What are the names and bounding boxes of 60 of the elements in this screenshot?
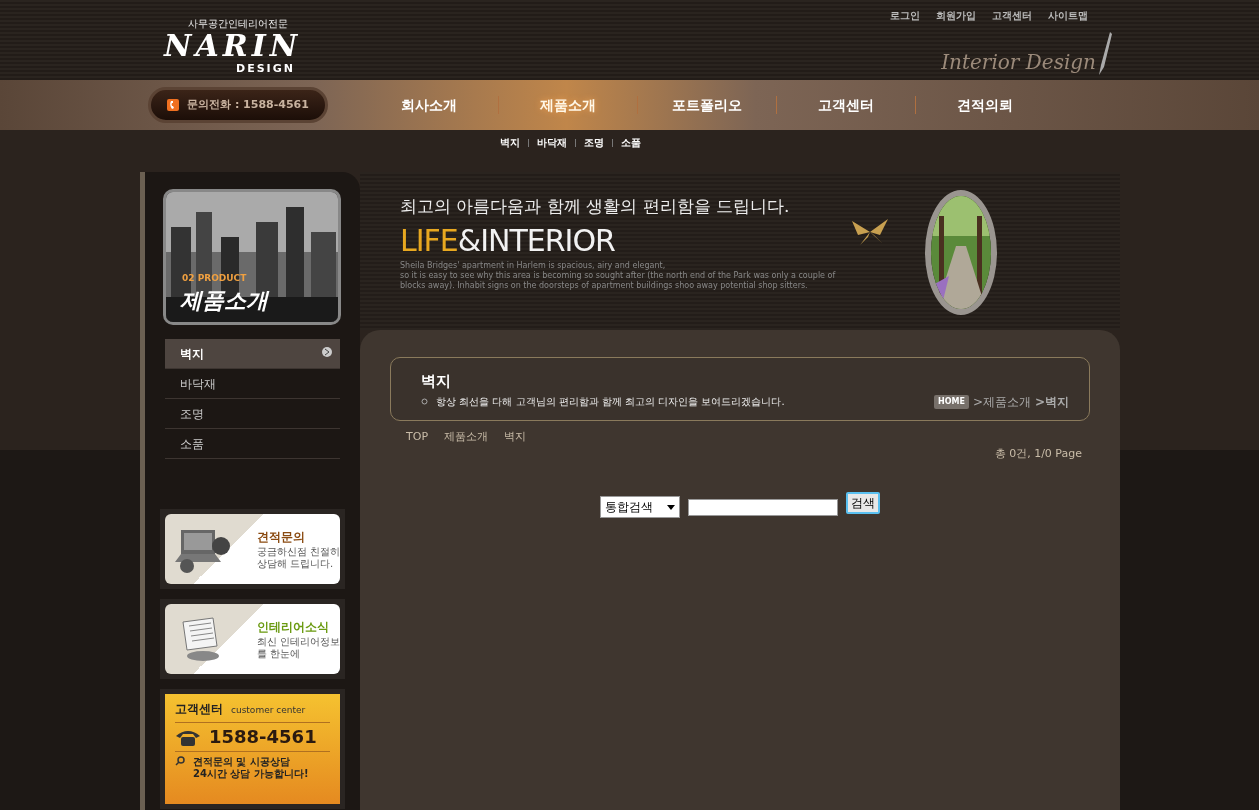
subnav-link[interactable]: 조명	[584, 135, 604, 150]
logo-tagline: 사무공간인테리어전문	[187, 17, 289, 31]
breadcrumb-link[interactable]: >제품소개	[972, 392, 1031, 411]
breadcrumb-link[interactable]: 제품소개	[444, 429, 488, 446]
hero-headline: 최고의 아름다움과 함께 생활의 편리함을 드립니다.	[400, 195, 791, 218]
top-link[interactable]: 사이트맵	[1048, 8, 1088, 23]
banner-text: 를 한눈에	[256, 648, 301, 660]
subnav-link[interactable]: 바닥재	[537, 135, 567, 150]
home-link[interactable]: HOME	[933, 394, 969, 409]
butterfly-icon	[850, 217, 890, 247]
top-link[interactable]: 고객센터	[992, 8, 1032, 23]
caret-icon	[667, 504, 675, 510]
nav-tab[interactable]: 포트폴리오	[638, 94, 776, 116]
search-button[interactable]: 검색	[846, 492, 880, 514]
sidebar-title: 제품소개	[180, 287, 268, 315]
customer-center-note: 견적문의 및 시공상담	[193, 755, 291, 768]
side-banner[interactable]: 인테리어소식 최신 인테리어정보 를 한눈에	[165, 604, 340, 674]
breadcrumb-link[interactable]: 벽지	[504, 429, 526, 446]
customer-center-title: 고객센터	[175, 701, 223, 718]
bullet-icon	[421, 398, 428, 405]
nav-tab[interactable]: 회사소개	[360, 94, 498, 116]
page-title: 벽지	[421, 371, 452, 392]
hero-brand: LIFE&INTERIOR	[400, 223, 615, 257]
banner-text: 상담해 드립니다.	[256, 558, 335, 570]
pen-icon	[1096, 31, 1112, 77]
search-icon	[175, 755, 185, 766]
search-scope-select[interactable]: 통합검색	[600, 496, 680, 518]
banner-title: 인테리어소식	[256, 619, 330, 636]
nav-tab[interactable]: 견적의뢰	[916, 94, 1054, 116]
result-count: 총 0건, 1/0 Page	[994, 445, 1082, 462]
subnav-link[interactable]: 벽지	[500, 135, 520, 150]
sidebar-item[interactable]: 소품	[165, 429, 340, 459]
side-banner[interactable]: 견적문의 궁금하신점 친절히 상담해 드립니다.	[165, 514, 340, 584]
logo-name: NARIN	[164, 31, 302, 61]
header-script: Interior Design	[941, 49, 1096, 76]
subnav-link[interactable]: 소품	[621, 135, 641, 150]
sidebar-item[interactable]: 바닥재	[165, 369, 340, 399]
logo-subtitle: DESIGN	[235, 61, 296, 77]
search-field[interactable]	[688, 498, 838, 516]
customer-center-subtitle: customer center	[231, 704, 306, 717]
customer-center-phone: 1588-4561	[209, 727, 317, 747]
sidebar-item[interactable]: 조명	[165, 399, 340, 429]
top-link[interactable]: 로그인	[890, 8, 920, 23]
phone-pill[interactable]: 문의전화 : 1588-4561	[148, 87, 328, 123]
page-description: 항상 최선을 다해 고객님의 편리함과 함께 최고의 디자인을 보여드리겠습니다.	[436, 395, 785, 409]
hero-fine-print: Sheila Bridges' apartment in Harlem is spacious, airy and elegant,	[400, 260, 667, 271]
banner-text: 궁금하신점 친절히	[256, 546, 340, 558]
hero-fine-print: so it is easy to see why this area is becoming so sought after (the north end of the Park was only a couple of	[400, 270, 837, 281]
arrow-icon	[322, 347, 332, 357]
sidebar-item[interactable]: 벽지	[165, 339, 340, 369]
breadcrumb-link[interactable]: >벽지	[1034, 392, 1069, 411]
hero-fine-print: blocks away). Inhabit signs on the doorsteps of apartment buildings shoo away potential shop sitters.	[400, 280, 809, 291]
nav-tab[interactable]: 고객센터	[777, 94, 915, 116]
sidebar-eyebrow: 02 PRODUCT	[182, 272, 247, 285]
banner-title: 견적문의	[256, 529, 306, 546]
customer-center-note: 24시간 상담 가능합니다!	[193, 767, 309, 780]
phone-icon	[167, 99, 180, 111]
breadcrumb-link[interactable]: TOP	[406, 429, 428, 446]
banner-text: 최신 인테리어정보	[256, 636, 340, 648]
top-link[interactable]: 회원가입	[936, 8, 976, 23]
